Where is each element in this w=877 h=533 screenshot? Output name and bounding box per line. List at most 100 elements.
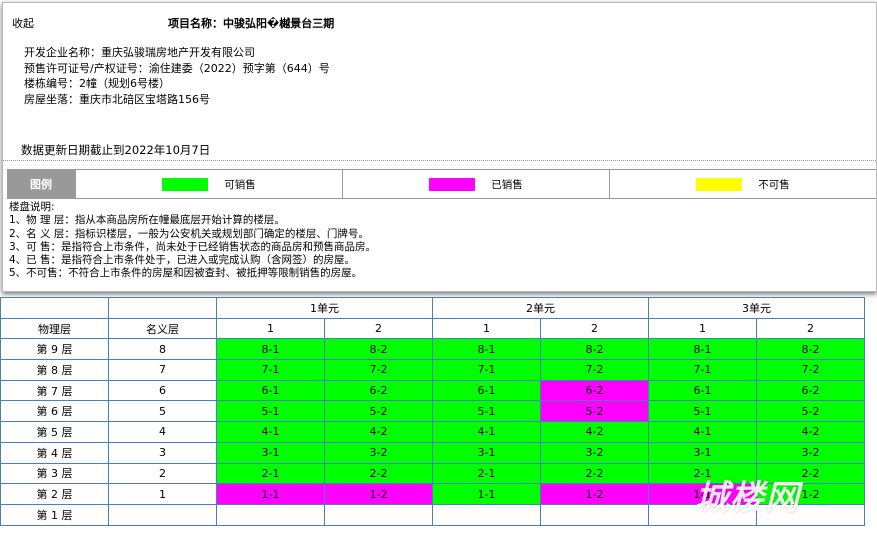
- legend-label: 已销售: [491, 178, 523, 191]
- divider: [3, 160, 876, 161]
- physical-floor: 第 3 层: [0, 462, 109, 485]
- room-cell[interactable]: 3-1: [216, 441, 325, 464]
- room-cell[interactable]: 8-1: [432, 338, 541, 361]
- floor-row: 第 9 层 8 8-1 8-2 8-1 8-2 8-1 8-2: [0, 338, 865, 361]
- room-col-header: 2: [324, 317, 433, 340]
- room-col-header: 1: [216, 317, 325, 340]
- room-cell[interactable]: 3-1: [432, 441, 541, 464]
- note-line: 3、可 售：是指符合上市条件，尚未处于已经销售状态的商品房和预售商品房。: [9, 240, 377, 253]
- physical-floor: 第 9 层: [0, 338, 109, 361]
- room-cell[interactable]: 6-2: [540, 379, 649, 402]
- room-cell[interactable]: 3-2: [540, 441, 649, 464]
- nominal-floor: [108, 503, 217, 526]
- room-cell[interactable]: 5-2: [324, 400, 433, 423]
- room-cell[interactable]: 7-2: [540, 359, 649, 381]
- info-panel: 收起 项目名称：中骏弘阳�樾景台三期 开发企业名称：重庆弘骏瑞房地产开发有限公司…: [2, 2, 877, 292]
- note-line: 4、已 售：是指符合上市条件处于，已进入或完成认购（含网签）的房屋。: [9, 254, 356, 267]
- collapse-link[interactable]: 收起: [12, 15, 34, 31]
- room-cell[interactable]: 2-1: [648, 462, 757, 485]
- room-cell[interactable]: 8-2: [324, 338, 433, 361]
- room-cell[interactable]: 1-1: [216, 483, 325, 505]
- room-cell[interactable]: 7-1: [648, 359, 757, 381]
- room-cell[interactable]: 8-2: [756, 338, 865, 361]
- room-cell[interactable]: 6-1: [648, 379, 757, 402]
- room-cell[interactable]: 1-2: [324, 483, 433, 505]
- room-cell-empty: [432, 503, 541, 526]
- room-cell[interactable]: 4-2: [756, 421, 865, 443]
- room-cell[interactable]: 2-2: [756, 462, 865, 485]
- notes: 楼盘说明: 1、物 理 层：指从本商品房所在幢最底层开始计算的楼层。 2、名 义…: [9, 201, 376, 281]
- room-cell[interactable]: 6-2: [324, 379, 433, 402]
- note-line: 5、不可售：不符合上市条件的房屋和因被查封、被抵押等限制销售的房屋。: [9, 267, 363, 280]
- nominal-floor: 4: [108, 421, 217, 443]
- room-cell[interactable]: 7-2: [324, 359, 433, 381]
- floor-row: 第 5 层 4 4-1 4-2 4-1 4-2 4-1 4-2: [0, 421, 865, 443]
- room-cell[interactable]: 4-2: [324, 421, 433, 443]
- unit-header: 1单元: [216, 297, 433, 319]
- room-cell-empty: [216, 503, 325, 526]
- room-cell[interactable]: 7-1: [432, 359, 541, 381]
- room-cell-empty: [756, 503, 865, 526]
- floor-row: 第 7 层 6 6-1 6-2 6-1 6-2 6-1 6-2: [0, 379, 865, 402]
- legend-item-unavailable: 不可售: [609, 170, 876, 198]
- legend-item-available: 可销售: [75, 170, 342, 198]
- room-col-header: 2: [756, 317, 865, 340]
- room-cell[interactable]: 1-2: [756, 483, 865, 505]
- physical-floor: 第 2 层: [0, 483, 109, 505]
- permit-row: 预售许可证号/产权证号：渝住建委（2022）预字第（644）号: [24, 61, 330, 75]
- room-cell[interactable]: 4-1: [216, 421, 325, 443]
- developer-row: 开发企业名称：重庆弘骏瑞房地产开发有限公司: [24, 46, 255, 59]
- room-cell[interactable]: 7-2: [756, 359, 865, 381]
- legend-item-sold: 已销售: [342, 170, 609, 198]
- physical-floor: 第 4 层: [0, 441, 109, 464]
- room-col-header: 1: [648, 317, 757, 340]
- room-cell[interactable]: 4-1: [648, 421, 757, 443]
- room-cell[interactable]: 5-2: [540, 400, 649, 423]
- room-cell[interactable]: 8-1: [648, 338, 757, 361]
- room-cell-empty: [648, 503, 757, 526]
- room-cell[interactable]: 8-1: [216, 338, 325, 361]
- room-cell[interactable]: 6-1: [216, 379, 325, 402]
- room-cell[interactable]: 2-2: [324, 462, 433, 485]
- nominal-floor: 6: [108, 379, 217, 402]
- floor-row: 第 1 层: [0, 503, 865, 526]
- room-cell[interactable]: 3-2: [324, 441, 433, 464]
- room-cell[interactable]: 6-2: [756, 379, 865, 402]
- room-cell[interactable]: 5-1: [648, 400, 757, 423]
- nominal-floor: 1: [108, 483, 217, 505]
- room-cell[interactable]: 5-1: [216, 400, 325, 423]
- room-cell[interactable]: 2-1: [432, 462, 541, 485]
- floor-row: 第 8 层 7 7-1 7-2 7-1 7-2 7-1 7-2: [0, 359, 865, 381]
- room-cell[interactable]: 8-2: [540, 338, 649, 361]
- address-row: 房屋坐落：重庆市北碚区宝塔路156号: [24, 92, 210, 106]
- col-nominal-header: 名义层: [108, 317, 217, 340]
- nominal-floor: 2: [108, 462, 217, 485]
- room-cell[interactable]: 3-2: [756, 441, 865, 464]
- room-cell[interactable]: 1-1: [432, 483, 541, 505]
- room-cell[interactable]: 6-1: [432, 379, 541, 402]
- room-cell[interactable]: 2-2: [540, 462, 649, 485]
- unit-header: 3单元: [648, 297, 865, 319]
- room-cell[interactable]: 1-1: [648, 483, 757, 505]
- room-cell[interactable]: 4-2: [540, 421, 649, 443]
- nominal-floor: 8: [108, 338, 217, 361]
- room-cell[interactable]: 3-1: [648, 441, 757, 464]
- room-cell[interactable]: 7-1: [216, 359, 325, 381]
- note-line: 2、名 义 层：指标识楼层，一般为公安机关或规划部门确定的楼层、门牌号。: [9, 227, 369, 240]
- col-physical-header: 物理层: [0, 317, 109, 340]
- room-cell[interactable]: 5-1: [432, 400, 541, 423]
- physical-floor: 第 6 层: [0, 400, 109, 423]
- floor-row: 第 4 层 3 3-1 3-2 3-1 3-2 3-1 3-2: [0, 441, 865, 464]
- floor-row: 第 6 层 5 5-1 5-2 5-1 5-2 5-1 5-2: [0, 400, 865, 423]
- room-cell-empty: [324, 503, 433, 526]
- building-row: 楼栋编号：2幢（规划6号楼）: [24, 77, 170, 90]
- room-cell-empty: [540, 503, 649, 526]
- room-cell[interactable]: 4-1: [432, 421, 541, 443]
- project-name: 项目名称：中骏弘阳�樾景台三期: [168, 17, 335, 30]
- room-cell[interactable]: 2-1: [216, 462, 325, 485]
- legend-title: 图例: [7, 170, 75, 198]
- room-cell[interactable]: 5-2: [756, 400, 865, 423]
- room-col-header: 2: [540, 317, 649, 340]
- room-cell[interactable]: 1-2: [540, 483, 649, 505]
- physical-floor: 第 1 层: [0, 503, 109, 526]
